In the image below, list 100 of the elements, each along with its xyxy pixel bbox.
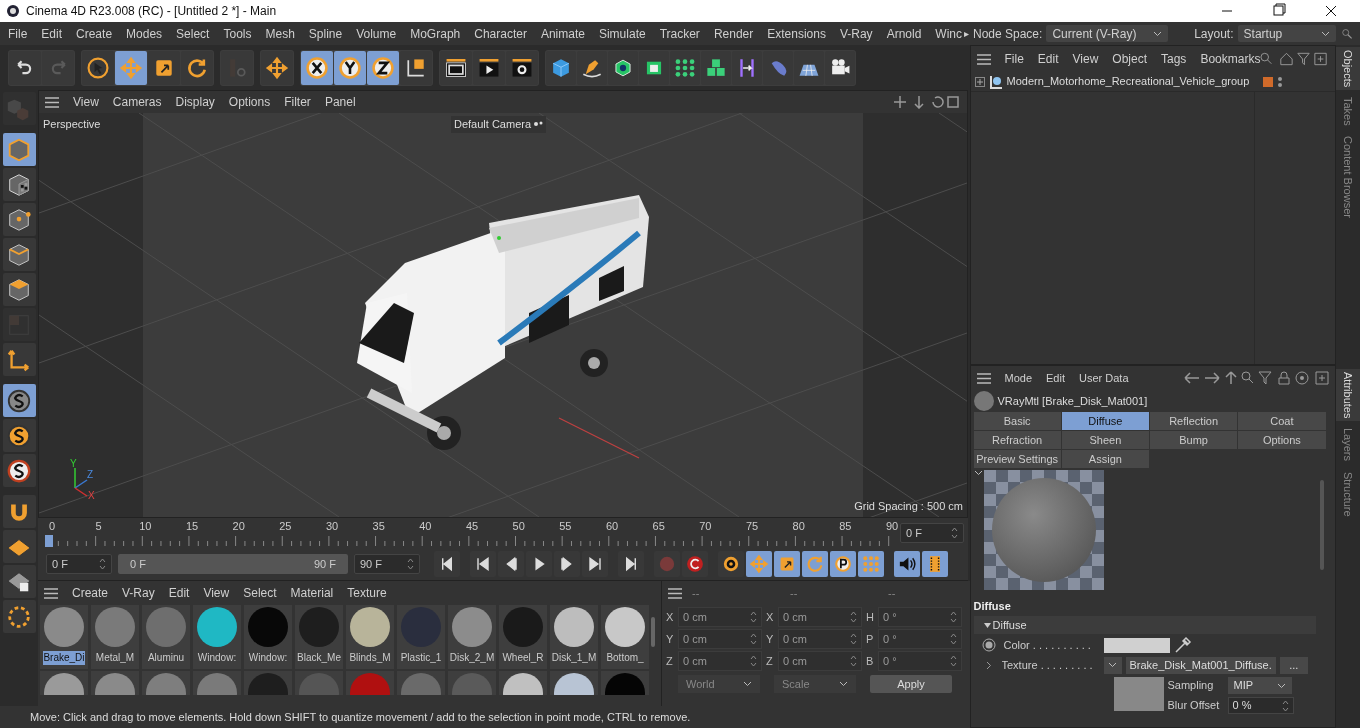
- frame-field[interactable]: 0 F: [900, 523, 964, 543]
- capsule-tool-button[interactable]: [763, 50, 793, 85]
- menu-icon[interactable]: [976, 372, 991, 384]
- material-tile[interactable]: Black_Me: [295, 605, 343, 669]
- scrollbar[interactable]: [1319, 480, 1324, 570]
- coordinate-field[interactable]: 0 cm: [678, 607, 762, 627]
- clapperboard-gear-tool-button[interactable]: [506, 50, 538, 85]
- texture-field[interactable]: Brake_Disk_Mat001_Diffuse.: [1125, 656, 1276, 674]
- attribute-tab[interactable]: Refraction: [973, 431, 1061, 449]
- film-strip-tool-button[interactable]: [922, 551, 948, 577]
- side-tab[interactable]: Content Browser: [1335, 133, 1360, 221]
- grid-snap-tool-button[interactable]: [2, 600, 36, 633]
- menu-item[interactable]: Modes: [126, 24, 163, 43]
- menu-item[interactable]: Tools: [223, 24, 252, 43]
- menu-item[interactable]: Texture: [347, 584, 387, 602]
- menu-item[interactable]: Mode: [1004, 369, 1033, 387]
- frame-range-slider[interactable]: 0 F 90 F: [118, 554, 348, 574]
- coordinate-field[interactable]: 0 cm: [778, 629, 862, 649]
- attribute-tab[interactable]: Diffuse: [1061, 412, 1149, 430]
- menu-item[interactable]: View: [203, 584, 230, 602]
- end-frame-field[interactable]: 90 F: [354, 554, 420, 574]
- menu-item[interactable]: Cameras: [112, 93, 162, 111]
- node-space-dropdown[interactable]: Current (V-Ray): [1046, 25, 1169, 42]
- menu-icon[interactable]: [668, 587, 682, 599]
- menu-item[interactable]: View: [73, 93, 99, 111]
- side-tab[interactable]: Structure: [1335, 468, 1360, 520]
- menu-item[interactable]: Select: [176, 24, 210, 43]
- menu-item[interactable]: Object: [1112, 50, 1147, 68]
- side-tab[interactable]: Attributes: [1335, 369, 1360, 422]
- coordinate-field[interactable]: 0 °: [878, 651, 962, 671]
- parameter-tool-button[interactable]: [830, 551, 856, 577]
- visibility-dots-icon[interactable]: [1277, 74, 1284, 89]
- menu-item[interactable]: Volume: [356, 24, 397, 43]
- cube-polygon-tool-button[interactable]: [2, 273, 36, 306]
- scale-tool-button[interactable]: [774, 551, 800, 577]
- menu-item[interactable]: Bookmarks: [1200, 50, 1261, 68]
- clapperboard-play-tool-button[interactable]: [473, 50, 505, 85]
- next-frame-tool-button[interactable]: [554, 551, 580, 577]
- skip-end-tool-button[interactable]: [618, 551, 644, 577]
- side-tab[interactable]: Layers: [1335, 425, 1360, 465]
- menu-item[interactable]: Extensions: [767, 24, 826, 43]
- menu-item[interactable]: Edit: [168, 584, 190, 602]
- menu-item[interactable]: Create: [76, 24, 113, 43]
- menu-item[interactable]: Edit: [1046, 369, 1065, 387]
- start-frame-field[interactable]: 0 F: [46, 554, 112, 574]
- side-tab[interactable]: Objects: [1335, 47, 1360, 91]
- menu-item[interactable]: Create: [72, 584, 109, 602]
- menu-item[interactable]: V-Ray: [839, 24, 873, 43]
- menu-item[interactable]: Animate: [540, 24, 585, 43]
- record-tool-button[interactable]: [682, 551, 708, 577]
- cube-tool-button[interactable]: [2, 133, 36, 166]
- menu-item[interactable]: Render: [713, 24, 754, 43]
- move-tool-button[interactable]: [261, 50, 293, 85]
- cursor-tool-button[interactable]: [82, 50, 114, 85]
- play-tool-button[interactable]: [526, 551, 552, 577]
- menu-item[interactable]: Tags: [1161, 50, 1187, 68]
- attribute-tab[interactable]: Sheen: [1061, 431, 1149, 449]
- gear-tool-button[interactable]: [718, 551, 744, 577]
- browse-button[interactable]: ...: [1279, 656, 1308, 674]
- blur-offset-field[interactable]: 0 %: [1227, 697, 1294, 714]
- stacked-cubes-tool-button[interactable]: [701, 50, 731, 85]
- snap-tool-button[interactable]: [2, 384, 36, 417]
- coordinate-system-tool-button[interactable]: [400, 50, 432, 85]
- coordinate-field[interactable]: 0 °: [878, 607, 962, 627]
- undo-tool-button[interactable]: [9, 50, 41, 85]
- z-axis-tool-button[interactable]: [367, 50, 399, 85]
- snap-tool-button[interactable]: [2, 454, 36, 487]
- coordinate-field[interactable]: 0 cm: [678, 651, 762, 671]
- cloner-tool-button[interactable]: [670, 50, 700, 85]
- menu-item[interactable]: Character: [474, 24, 527, 43]
- layer-color-tag[interactable]: [1263, 76, 1274, 87]
- more-menu-arrow[interactable]: ▸: [964, 26, 969, 41]
- material-tile[interactable]: Aluminu: [142, 605, 190, 669]
- workplane-tool-button[interactable]: [2, 530, 36, 563]
- menu-item[interactable]: Spline: [308, 24, 343, 43]
- chevron-right-icon[interactable]: [985, 660, 992, 670]
- layout-dropdown[interactable]: Startup: [1237, 25, 1336, 42]
- menu-item[interactable]: Options: [228, 93, 271, 111]
- radio-icon[interactable]: [981, 638, 996, 652]
- menu-item[interactable]: Mesh: [265, 24, 295, 43]
- skip-start-tool-button[interactable]: [434, 551, 460, 577]
- apply-button[interactable]: Apply: [870, 675, 952, 693]
- cube-edges-tool-button[interactable]: [2, 238, 36, 271]
- menu-item[interactable]: Edit: [41, 24, 63, 43]
- menu-item[interactable]: Edit: [1037, 50, 1059, 68]
- material-tile[interactable]: Wheel_R: [499, 605, 547, 669]
- dots-grid-tool-button[interactable]: [858, 551, 884, 577]
- axis-tool-button[interactable]: [2, 343, 36, 376]
- menu-item[interactable]: Tracker: [659, 24, 700, 43]
- floor-tool-button[interactable]: [794, 50, 824, 85]
- menu-item[interactable]: Material: [290, 584, 334, 602]
- workplane-lock-tool-button[interactable]: [2, 565, 36, 598]
- clapperboard-tool-button[interactable]: [440, 50, 472, 85]
- attribute-tab[interactable]: Coat: [1238, 412, 1326, 430]
- menu-item[interactable]: Arnold: [886, 24, 922, 43]
- expand-icon[interactable]: [974, 76, 985, 87]
- menu-icon[interactable]: [45, 96, 59, 108]
- menu-item[interactable]: File: [8, 24, 28, 43]
- menu-item[interactable]: Filter: [284, 93, 311, 111]
- y-axis-tool-button[interactable]: [334, 50, 366, 85]
